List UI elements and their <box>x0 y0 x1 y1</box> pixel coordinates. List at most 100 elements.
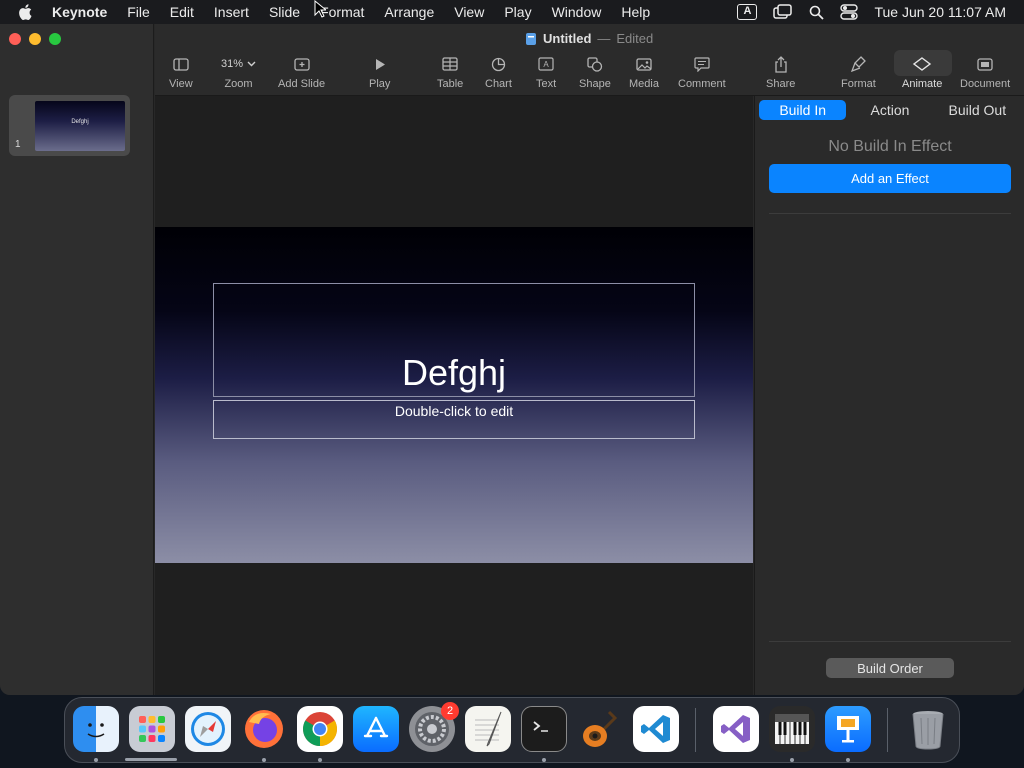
menu-file[interactable]: File <box>127 4 150 20</box>
slide-subtitle-box[interactable]: Double-click to edit <box>213 400 695 439</box>
chart-label: Chart <box>485 78 512 90</box>
slide-title[interactable]: Defghj <box>402 352 506 394</box>
build-tabs: Build In Action Build Out <box>759 100 1021 120</box>
keynote-running-indicator <box>846 758 850 762</box>
spotlight-search-icon[interactable] <box>809 5 825 20</box>
garageband-icon[interactable] <box>577 706 623 752</box>
menu-view[interactable]: View <box>454 4 484 20</box>
chevron-down-icon <box>247 61 256 67</box>
settings-notification-badge: 2 <box>441 702 459 720</box>
text-label: Text <box>536 78 557 90</box>
sidebar-icon <box>173 54 189 74</box>
chrome-icon[interactable] <box>297 706 343 752</box>
slide-thumbnail-title: Defghj <box>71 119 89 125</box>
animate-label: Animate <box>902 78 943 90</box>
document-button[interactable]: Document <box>960 54 1010 90</box>
dock: 2 <box>64 697 960 763</box>
menu-arrange[interactable]: Arrange <box>384 4 434 20</box>
document-inspector-icon <box>977 54 993 74</box>
document-name[interactable]: Untitled <box>543 31 591 46</box>
finder-running-indicator <box>94 758 98 762</box>
menu-help[interactable]: Help <box>621 4 650 20</box>
add-slide-icon <box>293 54 310 74</box>
zoom-control[interactable]: 31% Zoom <box>221 54 256 90</box>
shape-label: Shape <box>579 78 611 90</box>
window-switcher-icon[interactable] <box>773 4 793 20</box>
slide-thumbnail-1[interactable]: Defghj <box>9 95 130 156</box>
piano-keyboard-icon[interactable] <box>769 706 815 752</box>
shape-icon <box>587 54 603 74</box>
slide[interactable]: Defghj Double-click to edit <box>155 227 753 563</box>
menu-play[interactable]: Play <box>504 4 531 20</box>
vscode-icon[interactable] <box>633 706 679 752</box>
mouse-cursor-icon <box>314 0 326 18</box>
table-label: Table <box>437 78 464 90</box>
toolbar: Untitled — Edited View 31% Zoom Add Slid… <box>155 24 1024 96</box>
finder-icon[interactable] <box>73 706 119 752</box>
animate-button[interactable]: Animate <box>902 54 942 90</box>
visual-studio-icon[interactable] <box>713 706 759 752</box>
tab-build-out[interactable]: Build Out <box>934 100 1021 120</box>
menu-clock[interactable]: Tue Jun 20 11:07 AM <box>874 4 1006 20</box>
slide-subtitle-placeholder[interactable]: Double-click to edit <box>395 403 513 438</box>
share-button[interactable]: Share <box>766 54 795 90</box>
slide-title-box[interactable]: Defghj <box>213 283 695 397</box>
minimize-window-button[interactable] <box>29 33 41 45</box>
close-window-button[interactable] <box>9 33 21 45</box>
paintbrush-icon <box>850 54 866 74</box>
table-icon <box>442 54 458 74</box>
app-store-icon[interactable] <box>353 706 399 752</box>
slide-number: 1 <box>15 139 21 150</box>
build-order-button[interactable]: Build Order <box>826 658 954 678</box>
keyboard-input-label: A <box>737 4 758 20</box>
menu-edit[interactable]: Edit <box>170 4 194 20</box>
firefox-running-indicator <box>262 758 266 762</box>
comment-icon <box>694 54 710 74</box>
add-slide-button[interactable]: Add Slide <box>278 54 325 90</box>
zoom-select[interactable]: 31% <box>221 54 256 74</box>
add-effect-button[interactable]: Add an Effect <box>769 164 1011 193</box>
zoom-label: Zoom <box>224 78 253 90</box>
document-separator: — <box>597 31 611 46</box>
chart-button[interactable]: Chart <box>485 54 512 90</box>
view-button[interactable]: View <box>169 54 193 90</box>
launchpad-icon[interactable] <box>129 706 175 752</box>
chart-icon <box>491 54 506 74</box>
document-icon <box>526 32 536 45</box>
apple-menu-icon[interactable] <box>18 4 38 20</box>
safari-icon[interactable] <box>185 706 231 752</box>
menu-window[interactable]: Window <box>552 4 602 20</box>
keynote-window: Defghj 1 Untitled — Edited View 31% Zoom… <box>0 24 1024 695</box>
keyboard-input-icon[interactable]: A <box>737 4 758 20</box>
chrome-running-indicator <box>318 758 322 762</box>
fullscreen-window-button[interactable] <box>49 33 61 45</box>
tab-build-in[interactable]: Build In <box>759 100 847 120</box>
menu-slide[interactable]: Slide <box>269 4 300 20</box>
comment-label: Comment <box>678 78 726 90</box>
format-label: Format <box>841 78 876 90</box>
no-effect-message: No Build In Effect <box>828 138 952 155</box>
zoom-value: 31% <box>221 58 244 70</box>
play-button[interactable]: Play <box>369 54 390 90</box>
media-button[interactable]: Media <box>629 54 659 90</box>
comment-button[interactable]: Comment <box>678 54 726 90</box>
document-title: Untitled — Edited <box>525 31 653 46</box>
firefox-icon[interactable] <box>241 706 287 752</box>
inspector-divider <box>769 213 1011 214</box>
textedit-icon[interactable] <box>465 706 511 752</box>
control-center-icon[interactable] <box>840 4 859 20</box>
format-button[interactable]: Format <box>841 54 876 90</box>
slide-canvas[interactable]: Defghj Double-click to edit <box>155 96 753 695</box>
menu-insert[interactable]: Insert <box>214 4 249 20</box>
text-button[interactable]: A Text <box>536 54 556 90</box>
play-label: Play <box>369 78 391 90</box>
table-button[interactable]: Table <box>437 54 463 90</box>
menu-format[interactable]: Format <box>320 4 364 20</box>
terminal-icon[interactable] <box>521 706 567 752</box>
trash-icon[interactable] <box>905 706 951 752</box>
shape-button[interactable]: Shape <box>579 54 611 90</box>
menu-app-name[interactable]: Keynote <box>52 4 107 20</box>
dock-separator <box>695 708 696 752</box>
tab-action[interactable]: Action <box>846 100 933 120</box>
keynote-icon[interactable] <box>825 706 871 752</box>
